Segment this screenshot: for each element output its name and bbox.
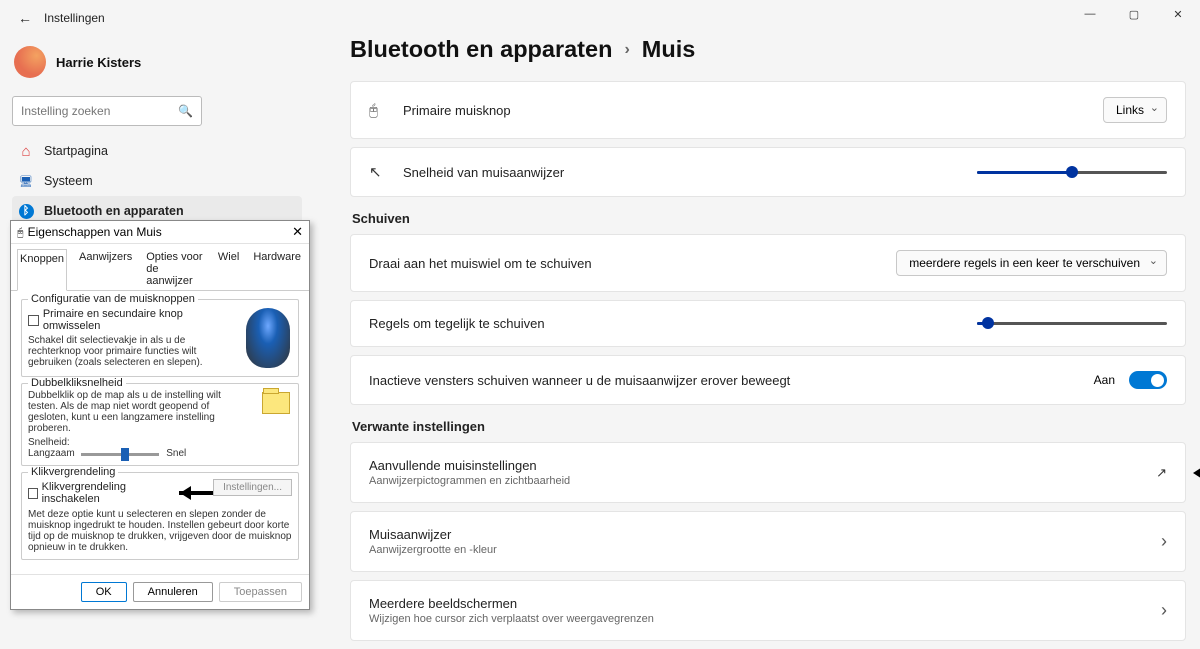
- profile-name: Harrie Kisters: [56, 55, 141, 70]
- additional-mouse-settings[interactable]: Aanvullende muisinstellingen Aanwijzerpi…: [350, 442, 1186, 503]
- scroll-wheel-label: Draai aan het muiswiel om te schuiven: [369, 256, 896, 271]
- window-controls: — ▢ ✕: [1068, 0, 1200, 28]
- doubleclick-group: Dubbelkliksnelheid Dubbelklik op de map …: [21, 383, 299, 466]
- pointer-speed-row: ↖ Snelheid van muisaanwijzer: [350, 147, 1186, 197]
- clicklock-group: Klikvergrendeling Instellingen... Klikve…: [21, 472, 299, 560]
- multiple-displays-settings[interactable]: Meerdere beeldschermen Wijzigen hoe curs…: [350, 580, 1186, 641]
- pointer-speed-slider[interactable]: [977, 171, 1167, 174]
- button-config-legend: Configuratie van de muisknoppen: [28, 293, 198, 305]
- breadcrumb-current: Muis: [642, 36, 696, 63]
- additional-sub: Aanwijzerpictogrammen en zichtbaarheid: [369, 475, 1156, 487]
- apply-button[interactable]: Toepassen: [219, 582, 302, 602]
- nav-system[interactable]: Systeem: [12, 166, 302, 196]
- inactive-scroll-toggle[interactable]: [1129, 371, 1167, 389]
- nav-bluetooth-label: Bluetooth en apparaten: [44, 204, 184, 218]
- close-button[interactable]: ✕: [1156, 0, 1200, 28]
- breadcrumb-parent[interactable]: Bluetooth en apparaten: [350, 36, 612, 63]
- main-content: Bluetooth en apparaten › Muis 🖰 Primaire…: [350, 36, 1186, 649]
- tab-wheel[interactable]: Wiel: [216, 248, 241, 290]
- maximize-button[interactable]: ▢: [1112, 0, 1156, 28]
- swap-buttons-label: Primaire en secundaire knop omwisselen: [43, 308, 240, 332]
- related-heading: Verwante instellingen: [352, 419, 1186, 434]
- primary-button-row: 🖰 Primaire muisknop Links: [350, 81, 1186, 139]
- mouse-illustration: [246, 308, 290, 368]
- annotation-arrow-icon: [173, 488, 214, 498]
- fast-label: Snel: [166, 448, 186, 459]
- dialog-tabs: Knoppen Aanwijzers Opties voor de aanwij…: [11, 244, 309, 291]
- scroll-lines-row: Regels om tegelijk te schuiven: [350, 300, 1186, 347]
- primary-button-dropdown[interactable]: Links: [1103, 97, 1167, 123]
- sidebar: Harrie Kisters 🔍 Startpagina Systeem Blu…: [12, 40, 302, 226]
- pointer-speed-label: Snelheid van muisaanwijzer: [403, 165, 564, 180]
- clicklock-legend: Klikvergrendeling: [28, 466, 118, 478]
- avatar: [14, 46, 46, 78]
- dialog-title: Eigenschappen van Muis: [17, 225, 162, 240]
- doubleclick-desc: Dubbelklik op de map als u de instelling…: [28, 390, 223, 434]
- home-icon: [18, 143, 34, 159]
- tab-buttons[interactable]: Knoppen: [17, 249, 67, 291]
- nav-system-label: Systeem: [44, 174, 93, 188]
- slow-label: Langzaam: [28, 448, 75, 459]
- pointer-sub: Aanwijzergrootte en -kleur: [369, 544, 1161, 556]
- inactive-scroll-row: Inactieve vensters schuiven wanneer u de…: [350, 355, 1186, 405]
- button-config-group: Configuratie van de muisknoppen Primaire…: [21, 299, 299, 377]
- app-title: Instellingen: [44, 11, 105, 25]
- external-link-icon: ↗: [1156, 465, 1167, 481]
- scroll-heading: Schuiven: [352, 211, 1186, 226]
- nav-home-label: Startpagina: [44, 144, 108, 158]
- folder-icon[interactable]: [262, 392, 290, 414]
- system-icon: [18, 173, 34, 189]
- mouse-pointer-settings[interactable]: Muisaanwijzer Aanwijzergrootte en -kleur: [350, 511, 1186, 572]
- tab-hardware[interactable]: Hardware: [251, 248, 303, 290]
- chevron-right-icon: ›: [624, 41, 629, 59]
- clicklock-label: Klikvergrendeling inschakelen: [42, 481, 165, 505]
- mouse-properties-dialog: Eigenschappen van Muis ✕ Knoppen Aanwijz…: [10, 220, 310, 610]
- swap-buttons-checkbox[interactable]: [28, 315, 39, 326]
- mouse-icon: 🖰: [369, 102, 391, 119]
- profile[interactable]: Harrie Kisters: [12, 40, 302, 92]
- minimize-button[interactable]: —: [1068, 0, 1112, 28]
- ok-button[interactable]: OK: [81, 582, 127, 602]
- doubleclick-slider[interactable]: [81, 453, 159, 456]
- back-button[interactable]: ←: [18, 10, 32, 26]
- displays-sub: Wijzigen hoe cursor zich verplaatst over…: [369, 613, 1161, 625]
- cursor-icon: ↖: [369, 163, 391, 181]
- tab-pointers[interactable]: Aanwijzers: [77, 248, 134, 290]
- scroll-lines-slider[interactable]: [977, 322, 1167, 325]
- additional-label: Aanvullende muisinstellingen: [369, 458, 1156, 473]
- pointer-label: Muisaanwijzer: [369, 527, 1161, 542]
- clicklock-settings-button[interactable]: Instellingen...: [213, 479, 292, 496]
- swap-buttons-desc: Schakel dit selectievakje in als u de re…: [28, 335, 203, 368]
- search-icon: 🔍: [178, 104, 193, 118]
- chevron-right-icon: [1161, 531, 1167, 552]
- inactive-scroll-state: Aan: [1094, 373, 1115, 387]
- scroll-wheel-dropdown[interactable]: meerdere regels in een keer te verschuiv…: [896, 250, 1167, 276]
- clicklock-checkbox[interactable]: [28, 488, 38, 499]
- primary-button-label: Primaire muisknop: [403, 103, 511, 118]
- search-input[interactable]: [21, 104, 178, 118]
- bluetooth-icon: [18, 203, 34, 219]
- annotation-arrow-icon: [1184, 465, 1200, 481]
- search-box[interactable]: 🔍: [12, 96, 202, 126]
- tab-pointer-options[interactable]: Opties voor de aanwijzer: [144, 248, 206, 290]
- speed-word: Snelheid:: [28, 437, 70, 448]
- inactive-scroll-label: Inactieve vensters schuiven wanneer u de…: [369, 373, 1094, 388]
- breadcrumb: Bluetooth en apparaten › Muis: [350, 36, 1186, 63]
- displays-label: Meerdere beeldschermen: [369, 596, 1161, 611]
- dialog-close-button[interactable]: ✕: [292, 224, 303, 240]
- doubleclick-legend: Dubbelkliksnelheid: [28, 377, 126, 389]
- cancel-button[interactable]: Annuleren: [133, 582, 213, 602]
- clicklock-desc: Met deze optie kunt u selecteren en slep…: [28, 509, 292, 553]
- mouse-icon: [17, 225, 28, 239]
- scroll-wheel-row: Draai aan het muiswiel om te schuiven me…: [350, 234, 1186, 292]
- scroll-lines-label: Regels om tegelijk te schuiven: [369, 316, 977, 331]
- chevron-right-icon: [1161, 600, 1167, 621]
- nav-home[interactable]: Startpagina: [12, 136, 302, 166]
